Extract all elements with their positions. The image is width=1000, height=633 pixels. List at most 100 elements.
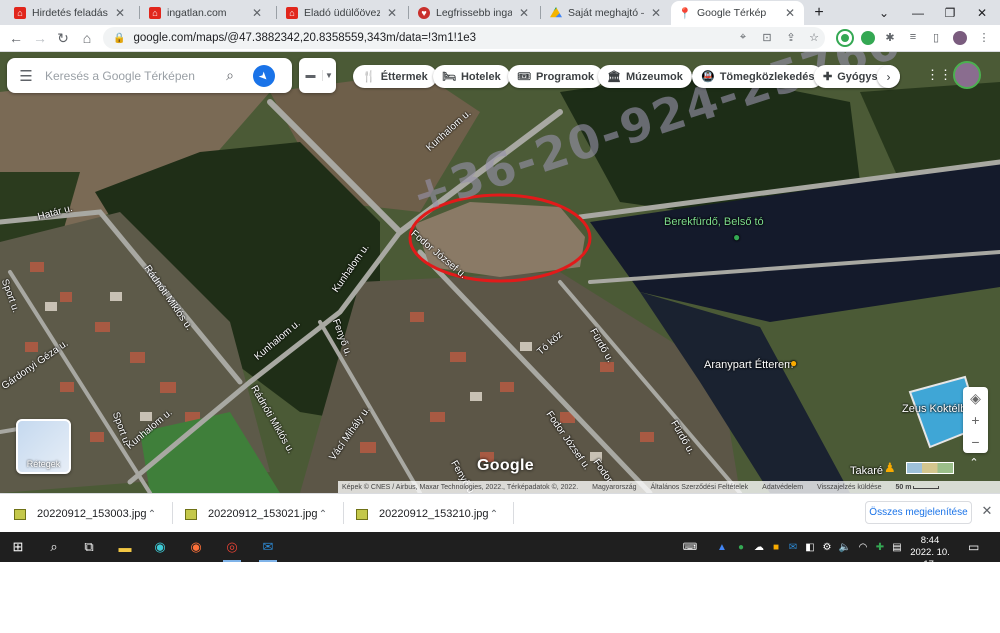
settings-tray-icon[interactable]: ⚙ — [820, 540, 834, 554]
compass-icon[interactable]: ◈ — [963, 387, 988, 409]
back-icon[interactable]: ← — [6, 28, 26, 48]
chrome-icon[interactable]: ◎ — [221, 536, 243, 562]
forward-icon[interactable]: → — [30, 28, 50, 48]
browser-menu-icon[interactable]: ⋮ — [976, 29, 992, 45]
restaurant-pin-icon[interactable]: ● — [790, 356, 797, 370]
download-item[interactable]: 20220912_153021.jpg ⌃ — [185, 503, 330, 525]
category-chip-restaurants[interactable]: 🍴 Éttermek — [353, 65, 437, 88]
system-clock[interactable]: 8:44 2022. 10. 17. — [903, 535, 957, 571]
drive-tray-icon[interactable]: ▲ — [715, 540, 729, 554]
imagery-thumbnails[interactable] — [906, 462, 954, 474]
image-file-icon — [14, 508, 26, 520]
outlook-icon[interactable]: ✉ — [257, 536, 279, 562]
maximize-icon[interactable]: ❐ — [932, 0, 968, 25]
chevron-up-icon[interactable]: ⌃ — [316, 509, 330, 520]
shield-icon[interactable]: ● — [734, 540, 748, 554]
chevron-up-icon[interactable]: ⌃ — [145, 509, 159, 520]
outlook-tray-icon[interactable]: ✉ — [786, 540, 800, 554]
security-icon[interactable]: ✚ — [873, 540, 887, 554]
task-view-icon[interactable]: ⧉ — [78, 536, 100, 558]
keyboard-icon[interactable]: ▬ — [299, 70, 323, 81]
category-chip-museums[interactable]: 🏛 Múzeumok — [598, 65, 692, 88]
browser-tab[interactable]: ⌂ ingatlan.com ✕ — [141, 1, 271, 25]
address-bar[interactable]: 🔒 google.com/maps/@47.3882342,20.8358559… — [103, 27, 825, 49]
chevron-up-icon[interactable]: ⌃ — [487, 509, 501, 520]
zoom-in-button[interactable]: + — [963, 409, 988, 431]
speaker-icon[interactable]: 🔈 — [838, 540, 852, 554]
attribution-link[interactable]: Általános Szerződési Feltételek — [651, 484, 749, 491]
file-explorer-icon[interactable]: ▬ — [114, 536, 136, 558]
map-viewport[interactable]: Határ u. Sport u. Sport u. Rádnóti Mikló… — [0, 52, 1000, 493]
extension-icon[interactable] — [838, 31, 852, 45]
close-icon[interactable]: ✕ — [251, 6, 263, 20]
window-close-icon[interactable]: ✕ — [964, 0, 1000, 25]
browser-tab-active[interactable]: 📍 Google Térkép ✕ — [671, 1, 804, 25]
category-chip-hotels[interactable]: 🛏 Hotelek — [433, 65, 510, 88]
attribution-link[interactable]: Visszajelzés küldése — [817, 484, 881, 491]
wifi-icon[interactable]: ◠ — [856, 540, 870, 554]
category-chip-transit[interactable]: 🚇 Tömegközlekedés — [692, 65, 824, 88]
lock-icon[interactable]: 🔒 — [113, 33, 125, 44]
new-tab-button[interactable]: + — [806, 0, 832, 25]
extension-check-icon[interactable] — [861, 31, 875, 45]
cloud-icon[interactable]: ☁ — [752, 540, 766, 554]
install-icon[interactable]: ⊡ — [759, 29, 775, 45]
close-icon[interactable]: ✕ — [518, 6, 530, 20]
layers-button[interactable]: Rétegek — [16, 419, 71, 474]
network-icon[interactable]: ▤ — [890, 540, 904, 554]
search-icon[interactable]: ⌕ — [215, 67, 245, 84]
poi-label-aranypart[interactable]: Aranypart Étterem — [704, 359, 793, 371]
browser-tab[interactable]: ♥ Legfrissebb ingatlano ✕ — [410, 1, 538, 25]
firefox-icon[interactable]: ◉ — [185, 536, 207, 558]
minimize-icon[interactable]: — — [900, 0, 936, 25]
pegman-icon[interactable]: ♟ — [884, 460, 898, 478]
edge-icon[interactable]: ◉ — [149, 536, 171, 558]
image-file-icon — [185, 508, 197, 520]
park-pin-icon[interactable]: ● — [733, 230, 740, 244]
share-icon[interactable]: ⇪ — [783, 29, 799, 45]
attribution-link[interactable]: Adatvédelem — [762, 484, 803, 491]
museum-icon: 🏛 — [607, 71, 621, 83]
notifications-icon[interactable]: ▭ — [968, 540, 984, 554]
windows-start-icon[interactable]: ⊞ — [7, 536, 29, 558]
home-icon[interactable]: ⌂ — [77, 28, 97, 48]
browser-tab[interactable]: Saját meghajtó – Goo ✕ — [542, 1, 670, 25]
category-chip-programs[interactable]: 🎟 Programok — [508, 65, 604, 88]
attribution-link[interactable]: Magyarország — [592, 484, 636, 491]
chevron-right-icon[interactable]: › — [877, 65, 900, 88]
zoom-out-button[interactable]: − — [963, 431, 988, 453]
tab-search-icon[interactable]: ⌄ — [866, 0, 902, 25]
download-item[interactable]: 20220912_153210.jpg ⌃ — [356, 503, 501, 525]
close-icon[interactable]: ✕ — [784, 6, 796, 20]
bookmark-star-icon[interactable]: ☆ — [806, 29, 822, 45]
account-avatar[interactable] — [953, 61, 981, 89]
profile-avatar[interactable] — [953, 31, 967, 45]
traffic-layer-toggle[interactable]: ▬ ▼ — [299, 58, 336, 93]
app-tray-icon[interactable]: ■ — [769, 540, 783, 554]
search-icon[interactable]: ⌕ — [43, 536, 65, 558]
show-all-downloads-button[interactable]: Összes megjelenítése — [865, 501, 972, 524]
puzzle-extensions-icon[interactable]: ✱ — [882, 29, 898, 45]
scale-bar[interactable]: 50 m — [896, 484, 940, 491]
close-icon[interactable]: ✕ — [386, 6, 398, 20]
poi-label-berekfurdo[interactable]: Berekfürdő, Belső tó — [664, 216, 764, 228]
close-icon[interactable]: ✕ — [979, 503, 995, 523]
chevron-down-icon[interactable]: ▼ — [323, 71, 335, 80]
maps-search-input[interactable] — [45, 68, 215, 83]
keyboard-layout-icon[interactable]: ⌨ — [680, 540, 700, 554]
browser-tab[interactable]: ⌂ Eladó üdülőövezeti te ✕ — [278, 1, 406, 25]
directions-icon[interactable]: ➤ — [248, 59, 280, 92]
close-icon[interactable]: ✕ — [114, 6, 126, 20]
download-item[interactable]: 20220912_153003.jpg ⌃ — [14, 503, 159, 525]
reload-icon[interactable]: ↻ — [53, 28, 73, 48]
side-panel-icon[interactable]: ▯ — [928, 29, 944, 45]
location-icon[interactable]: ⌖ — [735, 29, 751, 45]
app-tray-icon[interactable]: ◧ — [803, 540, 817, 554]
media-queue-icon[interactable]: ≡ — [905, 29, 921, 45]
expand-icon[interactable]: ⌃ — [965, 456, 983, 474]
close-icon[interactable]: ✕ — [650, 6, 662, 20]
poi-label-takare[interactable]: Takaré — [850, 465, 883, 477]
browser-tab[interactable]: ⌂ Hirdetés feladása - ing ✕ — [6, 1, 134, 25]
hamburger-menu-icon[interactable]: ☰ — [7, 67, 45, 85]
apps-grid-icon[interactable]: ⋮⋮⋮ — [926, 67, 965, 83]
